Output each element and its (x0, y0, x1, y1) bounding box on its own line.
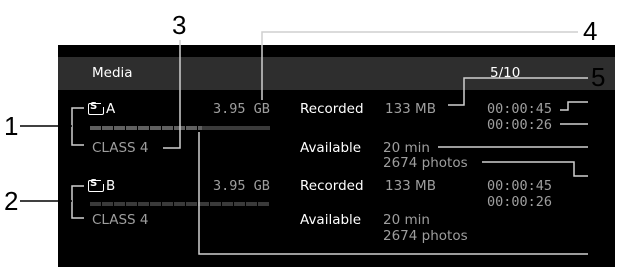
callout-1: 1 (4, 111, 19, 141)
callout-7: 7 (591, 114, 606, 144)
callout-5: 5 (591, 62, 606, 92)
callout-3: 3 (172, 10, 187, 40)
callout-6: 6 (591, 88, 606, 118)
callout-lines (20, 31, 588, 255)
callout-4: 4 (583, 16, 598, 46)
callout-10: 10 (583, 239, 612, 269)
callout-9: 9 (591, 164, 606, 194)
callout-2: 2 (4, 186, 19, 216)
